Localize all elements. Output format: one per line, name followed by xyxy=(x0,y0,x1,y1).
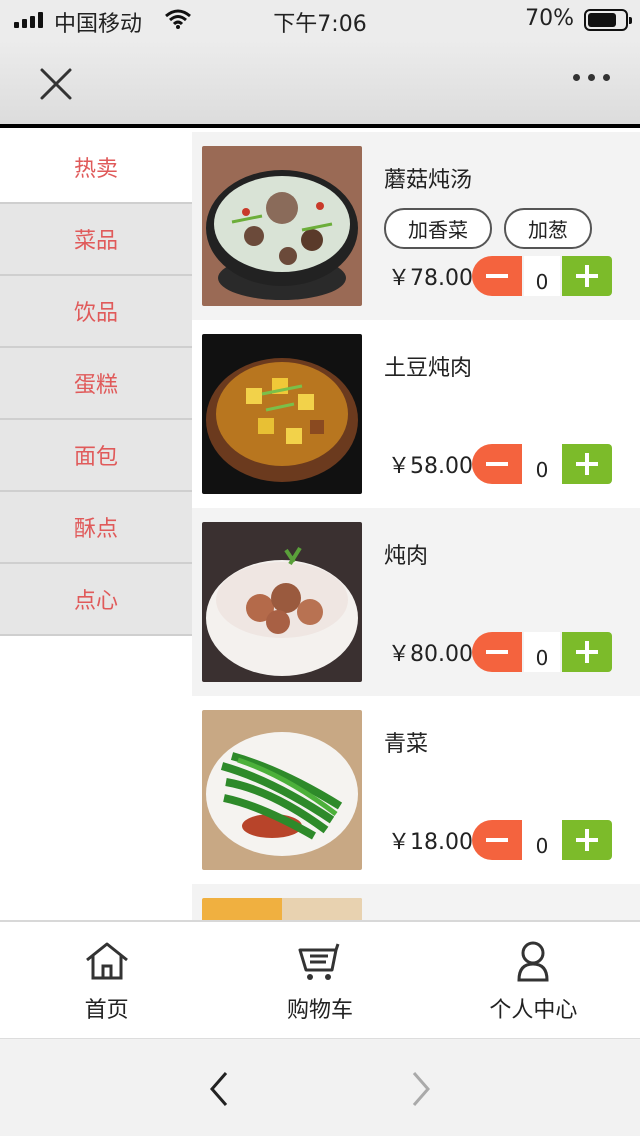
increase-button[interactable] xyxy=(562,632,612,672)
sidebar-item-hot[interactable]: 热卖 xyxy=(0,132,192,204)
item-price: ￥78.00 xyxy=(388,266,473,291)
item-price: ￥80.00 xyxy=(388,642,473,667)
decrease-button[interactable] xyxy=(472,256,522,296)
quantity-value: 0 xyxy=(524,256,560,296)
status-bar: 中国移动 下午7:06 70% xyxy=(0,0,640,40)
user-icon xyxy=(517,941,549,982)
decrease-button[interactable] xyxy=(472,444,522,484)
close-icon[interactable] xyxy=(36,64,76,104)
increase-button[interactable] xyxy=(562,820,612,860)
tab-home[interactable]: 首页 xyxy=(0,922,213,1038)
food-image xyxy=(202,710,362,870)
food-image xyxy=(202,522,362,682)
increase-button[interactable] xyxy=(562,256,612,296)
tab-profile[interactable]: 个人中心 xyxy=(427,922,640,1038)
item-name: 炖肉 xyxy=(384,544,429,569)
item-name: 青菜 xyxy=(384,732,429,757)
list-item: 青菜 ￥18.00 0 xyxy=(192,696,640,884)
option-scallion-button[interactable]: 加葱 xyxy=(504,208,592,249)
item-price: ￥58.00 xyxy=(388,454,473,479)
chevron-right-icon[interactable] xyxy=(406,1069,436,1109)
tab-label: 购物车 xyxy=(286,998,353,1023)
tab-bar: 首页 购物车 个人中心 xyxy=(0,920,640,1038)
battery-percent: 70% xyxy=(525,6,574,31)
sidebar-item-drinks[interactable]: 饮品 xyxy=(0,276,192,348)
home-icon xyxy=(85,942,128,980)
list-item: 蘑菇炖汤 加香菜 加葱 ￥78.00 0 xyxy=(192,132,640,320)
increase-button[interactable] xyxy=(562,444,612,484)
food-image xyxy=(202,898,362,920)
decrease-button[interactable] xyxy=(472,820,522,860)
list-item xyxy=(192,884,640,920)
item-name: 蘑菇炖汤 xyxy=(384,168,473,193)
chevron-left-icon[interactable] xyxy=(204,1069,234,1109)
quantity-value: 0 xyxy=(524,820,560,860)
sidebar-item-bread[interactable]: 面包 xyxy=(0,420,192,492)
item-price: ￥18.00 xyxy=(388,830,473,855)
sidebar-item-dimsum[interactable]: 点心 xyxy=(0,564,192,636)
battery-icon xyxy=(584,9,632,31)
sidebar-item-pastry[interactable]: 酥点 xyxy=(0,492,192,564)
item-name: 土豆炖肉 xyxy=(384,356,473,381)
product-list: 蘑菇炖汤 加香菜 加葱 ￥78.00 0 土豆炖肉 ￥58.00 0 炖肉 ￥8… xyxy=(192,132,640,920)
tab-label: 个人中心 xyxy=(489,998,578,1023)
quantity-value: 0 xyxy=(524,444,560,484)
title-bar xyxy=(0,40,640,128)
quantity-value: 0 xyxy=(524,632,560,672)
category-sidebar: 热卖 菜品 饮品 蛋糕 面包 酥点 点心 xyxy=(0,132,192,636)
list-item: 土豆炖肉 ￥58.00 0 xyxy=(192,320,640,508)
option-cilantro-button[interactable]: 加香菜 xyxy=(384,208,492,249)
list-item: 炖肉 ￥80.00 0 xyxy=(192,508,640,696)
decrease-button[interactable] xyxy=(472,632,522,672)
sidebar-item-dishes[interactable]: 菜品 xyxy=(0,204,192,276)
browser-nav-bar xyxy=(0,1038,640,1136)
food-image xyxy=(202,334,362,494)
cart-icon xyxy=(298,943,340,980)
tab-cart[interactable]: 购物车 xyxy=(213,922,426,1038)
option-group: 加香菜 加葱 xyxy=(384,208,630,249)
sidebar-item-cakes[interactable]: 蛋糕 xyxy=(0,348,192,420)
food-image xyxy=(202,146,362,306)
more-dots-icon[interactable] xyxy=(573,74,610,81)
tab-label: 首页 xyxy=(84,998,129,1023)
